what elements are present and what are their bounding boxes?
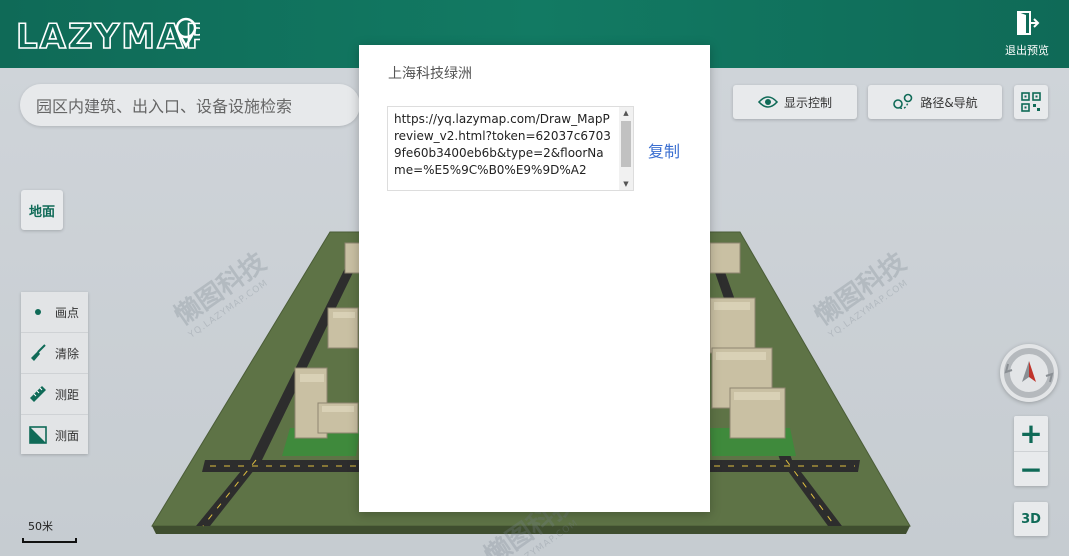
url-scrollbar[interactable]: ▲ ▼ <box>619 107 633 190</box>
dialog-title: 上海科技绿洲 <box>388 66 472 82</box>
route-navigation-label: 路径&导航 <box>920 95 978 110</box>
tool-label: 测距 <box>55 387 80 402</box>
map-scale: 50米 <box>22 516 77 544</box>
zoom-out-button[interactable]: − <box>1014 452 1048 487</box>
exit-door-icon <box>1017 11 1040 35</box>
compass-icon <box>1004 348 1054 398</box>
tool-label: 画点 <box>55 305 80 320</box>
copy-button[interactable]: 复制 <box>648 138 680 162</box>
logo-mark: LAZYMAP <box>15 16 211 58</box>
share-url-textarea[interactable]: https://yq.lazymap.com/Draw_MapPreview_v… <box>388 107 617 188</box>
search-box <box>20 84 360 128</box>
lazymap-logo: LAZYMAP <box>15 14 211 58</box>
tool-label: 清除 <box>55 346 80 361</box>
draw-point-tool[interactable]: 画点 <box>21 292 88 333</box>
measure-area-tool[interactable]: 测面 <box>21 415 88 455</box>
zoom-control: + − <box>1014 416 1048 486</box>
display-control-button[interactable]: 显示控制 <box>733 85 857 119</box>
scale-label: 50米 <box>28 520 53 533</box>
floor-ground-button[interactable]: 地面 <box>21 190 63 230</box>
area-icon <box>29 426 47 444</box>
qr-code-icon <box>1021 92 1041 112</box>
exit-preview-button[interactable]: 退出预览 <box>1001 10 1053 62</box>
route-navigation-button[interactable]: 路径&导航 <box>868 85 1002 119</box>
zoom-in-button[interactable]: + <box>1014 416 1048 452</box>
route-pin-icon <box>893 93 913 110</box>
toggle-3d-button[interactable]: 3D <box>1014 502 1048 536</box>
measure-tool-panel: 画点 清除 测距 测面 <box>21 292 88 454</box>
compass-control[interactable] <box>1000 344 1058 402</box>
search-input[interactable] <box>34 84 358 128</box>
ruler-icon <box>29 385 47 403</box>
dot-icon <box>29 303 47 321</box>
scroll-up-arrow-icon[interactable]: ▲ <box>619 107 633 119</box>
url-box: https://yq.lazymap.com/Draw_MapPreview_v… <box>387 106 634 191</box>
display-control-label: 显示控制 <box>783 95 832 110</box>
scale-bar <box>22 538 77 543</box>
broom-icon <box>29 344 47 362</box>
logo-text: LAZYMAP <box>16 17 200 56</box>
measure-distance-tool[interactable]: 测距 <box>21 374 88 415</box>
eye-icon <box>757 96 778 108</box>
scroll-down-arrow-icon[interactable]: ▼ <box>619 178 633 190</box>
exit-label: 退出预览 <box>1005 44 1049 57</box>
scroll-thumb[interactable] <box>621 121 631 167</box>
clear-tool[interactable]: 清除 <box>21 333 88 374</box>
qr-code-button[interactable] <box>1014 85 1048 119</box>
share-link-dialog: 上海科技绿洲 https://yq.lazymap.com/Draw_MapPr… <box>359 45 710 512</box>
tool-label: 测面 <box>55 428 80 443</box>
